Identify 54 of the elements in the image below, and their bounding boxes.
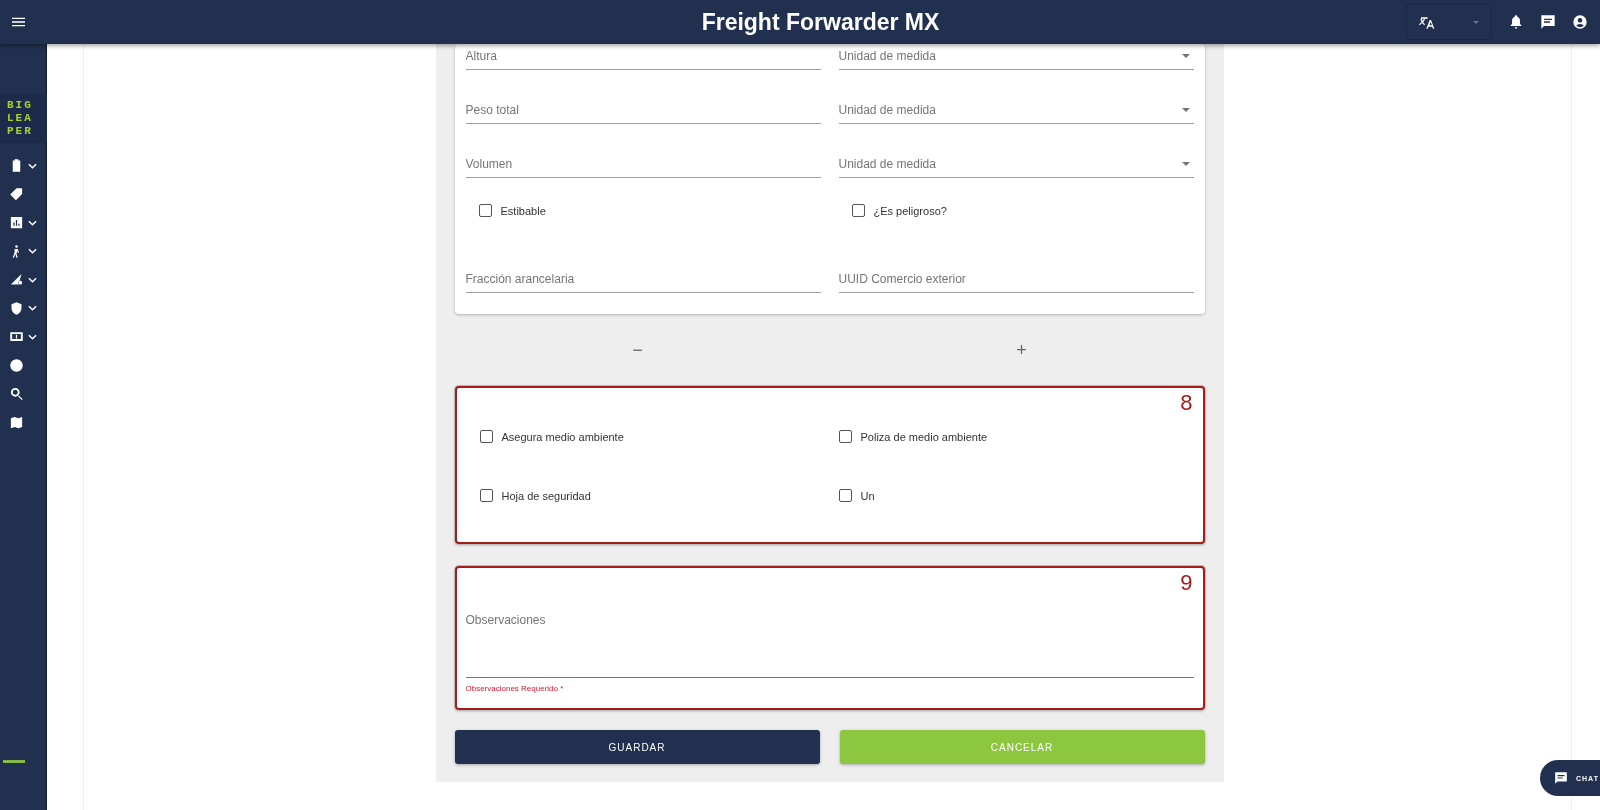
chevron-icon — [28, 333, 37, 340]
annotation-number: 8 — [1180, 390, 1193, 416]
notes-field[interactable]: Observaciones — [465, 612, 1194, 678]
bell-icon[interactable] — [1508, 14, 1524, 30]
brand-mark-icon — [3, 760, 25, 763]
message-icon — [1554, 771, 1568, 785]
money-icon — [9, 329, 24, 344]
checkbox-label: ¿Es peligroso? — [873, 204, 947, 217]
caret-icon — [1181, 54, 1190, 58]
chevron-icon — [28, 276, 37, 283]
checkbox[interactable] — [838, 489, 852, 502]
checkbox[interactable] — [478, 204, 492, 217]
app-title: Freight Forwarder MX — [700, 8, 941, 36]
checkbox[interactable] — [851, 204, 865, 217]
shield-icon — [9, 300, 24, 316]
tag-icon — [9, 186, 24, 202]
chevron-icon — [28, 162, 37, 169]
chevron-icon — [28, 248, 37, 254]
unit-select[interactable]: Unidad de medida — [838, 152, 1194, 178]
save-button[interactable]: GUARDAR — [454, 730, 820, 764]
map-icon — [9, 414, 24, 430]
checkbox[interactable] — [838, 430, 852, 443]
input-field[interactable]: UUID Comercio exterior — [838, 267, 1194, 293]
unit-select[interactable]: Unidad de medida — [838, 44, 1194, 70]
checkbox[interactable] — [479, 489, 493, 502]
add-button[interactable]: + — [1006, 339, 1037, 361]
chevron-icon — [28, 305, 37, 311]
caret-icon — [1473, 20, 1479, 24]
caret-icon — [1181, 108, 1190, 112]
checkbox-label: Un — [860, 489, 875, 502]
error-message: Observaciones Requerido * — [465, 684, 565, 693]
checkbox-label: Estibable — [500, 204, 546, 217]
chevron-icon — [28, 219, 37, 226]
remove-button[interactable]: − — [622, 339, 653, 361]
unit-select[interactable]: Unidad de medida — [838, 98, 1194, 124]
caret-icon — [1181, 162, 1190, 166]
input-field[interactable]: Peso total — [465, 98, 821, 124]
search-icon — [9, 386, 24, 401]
checkbox-label: Hoja de seguridad — [501, 489, 591, 502]
input-field[interactable]: Volumen — [465, 152, 821, 178]
input-field[interactable]: Altura — [465, 44, 821, 70]
logo: BIG LEA PER — [0, 94, 47, 143]
checkbox[interactable] — [479, 430, 493, 443]
triangle-gear-icon — [9, 272, 24, 287]
chart-icon — [9, 215, 24, 230]
annotation-number: 9 — [1180, 570, 1193, 596]
message-icon[interactable] — [1540, 14, 1556, 30]
language-select[interactable] — [1406, 4, 1492, 40]
checkbox-label: Asegura medio ambiente — [501, 430, 624, 443]
input-field[interactable]: Fracción arancelaria — [465, 267, 821, 293]
account-icon[interactable] — [1572, 14, 1588, 30]
translate-icon — [1419, 14, 1435, 30]
checkbox-label: Poliza de medio ambiente — [860, 430, 988, 443]
menu-icon[interactable] — [12, 17, 25, 27]
